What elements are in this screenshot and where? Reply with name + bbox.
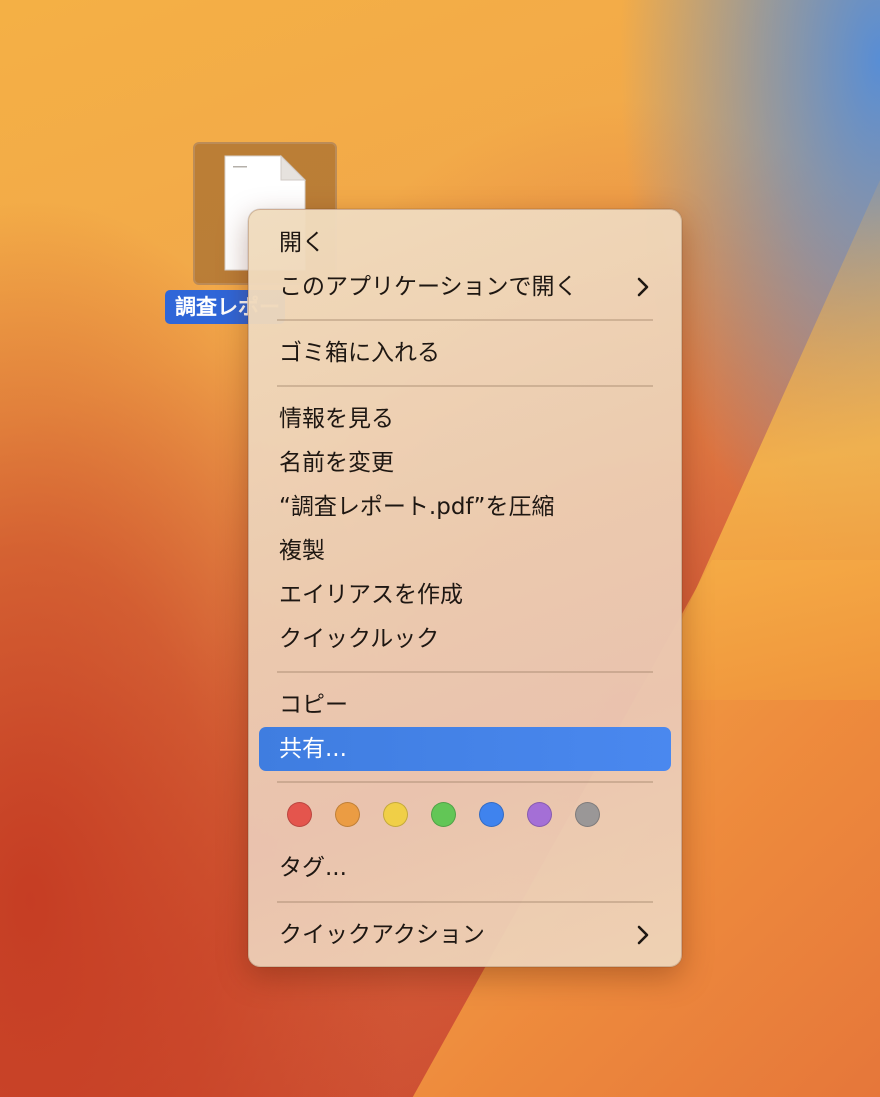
menu-item-label: クイックアクション [279, 922, 485, 948]
menu-item-quick-actions[interactable]: クイックアクション [259, 914, 671, 956]
chevron-right-icon [637, 277, 649, 297]
menu-item-copy[interactable]: コピー [259, 684, 671, 726]
menu-item-label: コピー [279, 692, 348, 718]
menu-item-open-with[interactable]: このアプリケーションで開く [259, 266, 671, 308]
tag-blue-button[interactable] [479, 802, 504, 827]
menu-item-rename[interactable]: 名前を変更 [259, 442, 671, 484]
menu-item-label: エイリアスを作成 [279, 582, 463, 608]
tag-green-button[interactable] [431, 802, 456, 827]
menu-separator [277, 385, 653, 387]
menu-item-label: クイックルック [279, 626, 440, 652]
menu-item-get-info[interactable]: 情報を見る [259, 398, 671, 440]
menu-item-duplicate[interactable]: 複製 [259, 530, 671, 572]
tag-yellow-button[interactable] [383, 802, 408, 827]
menu-item-quick-look[interactable]: クイックルック [259, 618, 671, 660]
menu-separator [277, 671, 653, 673]
tag-gray-button[interactable] [575, 802, 600, 827]
menu-item-share[interactable]: 共有... [259, 727, 671, 771]
menu-separator [277, 781, 653, 783]
menu-separator [277, 901, 653, 903]
chevron-right-icon [637, 925, 649, 945]
menu-item-label: 開く [279, 230, 325, 256]
menu-item-open[interactable]: 開く [259, 222, 671, 264]
tag-purple-button[interactable] [527, 802, 552, 827]
menu-item-label: タグ... [279, 855, 347, 881]
menu-item-make-alias[interactable]: エイリアスを作成 [259, 574, 671, 616]
menu-item-tags[interactable]: タグ... [259, 847, 671, 889]
tag-orange-button[interactable] [335, 802, 360, 827]
menu-item-label: 情報を見る [279, 406, 394, 432]
context-menu: 開く このアプリケーションで開く ゴミ箱に入れる 情報を見る 名前を変更 “調査… [248, 209, 682, 967]
menu-separator [277, 319, 653, 321]
menu-item-label: このアプリケーションで開く [279, 274, 578, 300]
menu-item-label: “調査レポート.pdf”を圧縮 [279, 494, 555, 520]
menu-item-move-to-trash[interactable]: ゴミ箱に入れる [259, 332, 671, 374]
menu-item-compress[interactable]: “調査レポート.pdf”を圧縮 [259, 486, 671, 528]
menu-item-label: 共有... [279, 736, 347, 762]
menu-item-label: 複製 [279, 538, 325, 564]
tag-red-button[interactable] [287, 802, 312, 827]
menu-item-label: ゴミ箱に入れる [279, 340, 440, 366]
menu-item-label: 名前を変更 [279, 450, 394, 476]
